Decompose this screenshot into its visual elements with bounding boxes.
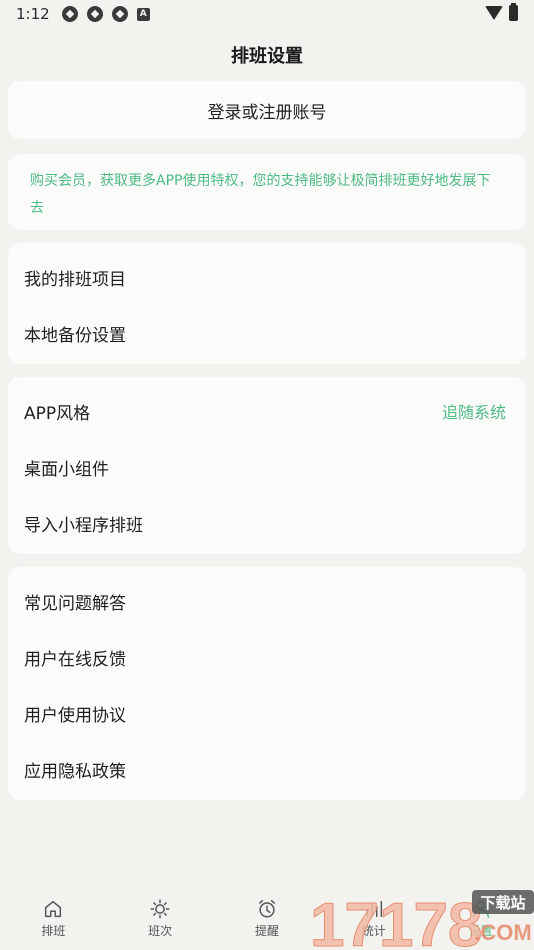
nav-tab-reminders[interactable]: 提醒 [227, 898, 307, 939]
nav-tab-shifts[interactable]: 班次 [120, 898, 200, 939]
notification-icon [86, 6, 103, 22]
menu-group-projects: 我的排班项目 本地备份设置 [8, 243, 526, 364]
menu-item-my-schedule-projects[interactable]: 我的排班项目 [8, 249, 526, 305]
menu-item-feedback[interactable]: 用户在线反馈 [8, 629, 526, 685]
menu-item-label: 应用隐私政策 [24, 761, 126, 782]
bottom-nav: 排班 班次 提醒 统计 设置 [0, 890, 534, 950]
login-button[interactable]: 登录或注册账号 [8, 81, 526, 139]
user-icon [472, 900, 489, 918]
menu-item-label: APP风格 [24, 403, 91, 424]
nav-tab-statistics[interactable]: 统计 [334, 898, 414, 939]
notification-icon [61, 6, 78, 22]
menu-group-appearance: APP风格 追随系统 桌面小组件 导入小程序排班 [8, 377, 526, 554]
nav-label: 排班 [41, 924, 66, 938]
battery-icon [509, 3, 518, 21]
menu-item-label: 本地备份设置 [24, 325, 126, 346]
status-bar: 1:12 A [0, 0, 534, 28]
app-style-value: 追随系统 [441, 403, 506, 422]
nav-tab-schedule[interactable]: 排班 [13, 898, 93, 939]
nav-label: 提醒 [254, 924, 279, 938]
menu-item-label: 用户使用协议 [24, 705, 126, 726]
menu-item-label: 导入小程序排班 [24, 515, 143, 536]
promo-text: 购买会员，获取更多APP使用特权，您的支持能够让极简排班更好地发展下去 [30, 173, 491, 216]
menu-item-label: 桌面小组件 [24, 459, 109, 480]
nav-label: 班次 [148, 924, 173, 938]
menu-item-label: 我的排班项目 [24, 269, 126, 290]
nav-tab-settings[interactable]: 设置 [441, 898, 521, 939]
notification-icon [111, 6, 128, 22]
home-icon [45, 900, 62, 918]
status-time: 1:12 [16, 5, 50, 23]
membership-promo[interactable]: 购买会员，获取更多APP使用特权，您的支持能够让极简排班更好地发展下去 [8, 154, 526, 230]
menu-item-label: 常见问题解答 [24, 593, 126, 614]
menu-item-label: 用户在线反馈 [24, 649, 126, 670]
menu-item-faq[interactable]: 常见问题解答 [8, 573, 526, 629]
login-label: 登录或注册账号 [207, 102, 327, 123]
menu-item-user-agreement[interactable]: 用户使用协议 [8, 685, 526, 741]
menu-item-import-miniprogram[interactable]: 导入小程序排班 [8, 495, 526, 551]
menu-item-app-style[interactable]: APP风格 追随系统 [8, 383, 526, 439]
chart-icon [366, 900, 382, 918]
nav-label: 设置 [468, 924, 493, 938]
menu-item-desktop-widget[interactable]: 桌面小组件 [8, 439, 526, 495]
status-right [485, 3, 518, 21]
menu-item-privacy-policy[interactable]: 应用隐私政策 [8, 741, 526, 797]
menu-item-local-backup[interactable]: 本地备份设置 [8, 305, 526, 361]
sun-icon [150, 899, 170, 919]
nav-label: 统计 [361, 924, 386, 938]
wifi-icon [485, 6, 503, 20]
app-badge-icon: A [136, 7, 150, 21]
alarm-icon [258, 900, 276, 918]
menu-group-help: 常见问题解答 用户在线反馈 用户使用协议 应用隐私政策 [8, 567, 526, 800]
page-title: 排班设置 [231, 46, 303, 67]
